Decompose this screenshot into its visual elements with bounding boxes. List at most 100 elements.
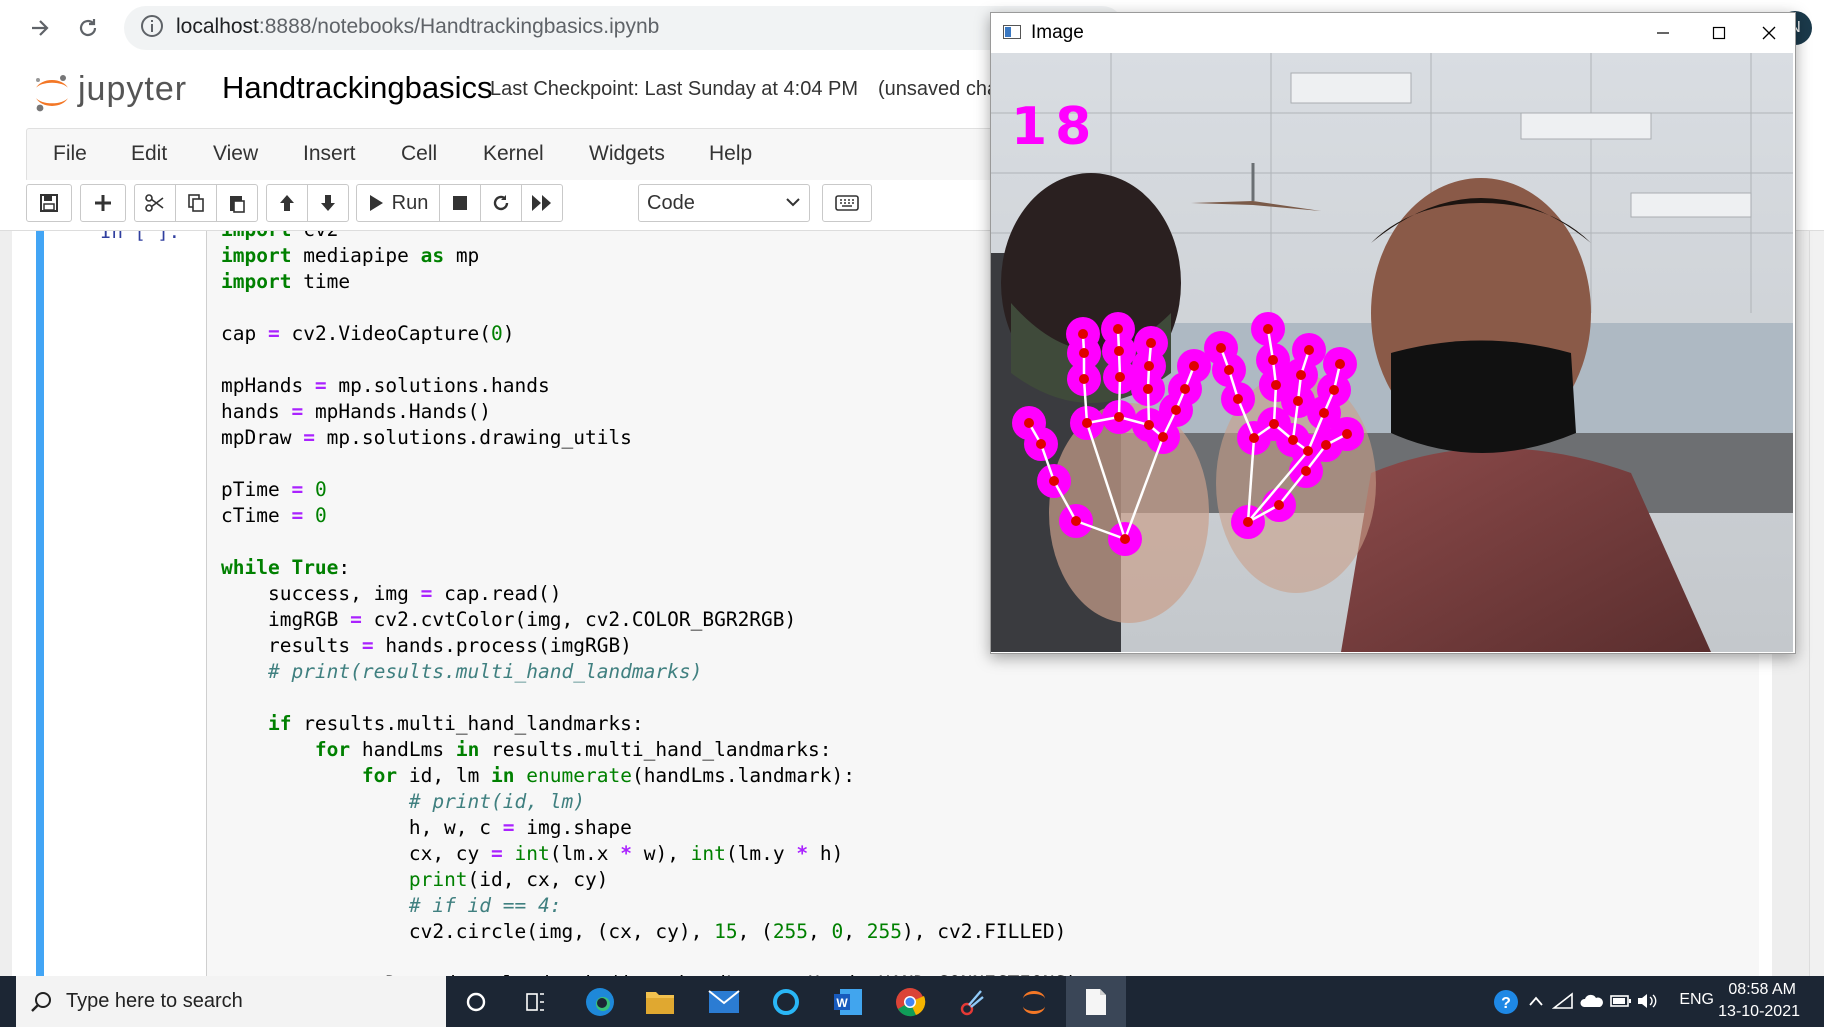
move-down-button[interactable] [307,184,349,222]
edge-browser-icon[interactable] [570,976,630,1027]
cell-type-select[interactable]: Code [638,184,810,222]
search-icon [31,992,51,1012]
cortana-icon[interactable] [446,976,506,1027]
menu-insert[interactable]: Insert [303,142,356,166]
restart-button[interactable] [480,184,522,222]
page-scrollbar[interactable] [1809,231,1824,977]
landmark-joint [1335,359,1345,369]
chrome-icon[interactable] [880,976,940,1027]
run-button[interactable]: Run [356,184,440,222]
url-text[interactable]: localhost:8888/notebooks/Handtrackingbas… [176,15,659,39]
word-icon[interactable]: W [818,976,878,1027]
landmark-joint [1071,516,1081,526]
chevron-down-icon [786,198,800,207]
minimize-icon [1657,32,1669,34]
maximize-icon [1712,26,1726,40]
jupyter-taskbar-icon[interactable] [1004,976,1064,1027]
insert-cell-button[interactable] [80,184,126,222]
interrupt-button[interactable] [439,184,481,222]
input-language[interactable]: ENG [1679,991,1714,1009]
hand-connection [1117,376,1122,418]
notebook-title[interactable]: Handtrackingbasics [222,70,493,106]
clock-date[interactable]: 13-10-2021 [1718,1003,1800,1021]
minimize-button[interactable] [1635,17,1691,49]
volume-icon[interactable] [1636,992,1658,1010]
landmark-joint [1268,355,1278,365]
notepad-taskbar-icon[interactable] [1066,976,1126,1027]
copy-button[interactable] [175,184,217,222]
webcam-image [991,53,1793,652]
code-text[interactable]: import cv2 import mediapipe as mp import… [221,231,1078,977]
paste-button[interactable] [216,184,258,222]
chevron-up-icon[interactable] [1528,994,1544,1008]
landmark-joint [1301,466,1311,476]
landmark-joint [1189,361,1199,371]
menu-file[interactable]: File [53,142,87,166]
snip-tool-icon[interactable] [942,976,1002,1027]
landmark-joint [1303,446,1313,456]
move-up-button[interactable] [266,184,308,222]
jupyter-wordmark[interactable]: jupyter [78,70,187,109]
right-person-mask [1391,340,1576,453]
landmark-joint [1144,361,1154,371]
save-icon [40,194,58,212]
wifi-icon[interactable] [1552,992,1574,1010]
file-explorer-icon[interactable] [630,976,690,1027]
forward-arrow-icon[interactable] [20,8,60,48]
cut-button[interactable] [134,184,176,222]
arrow-up-icon [280,195,294,211]
reload-icon[interactable] [68,8,108,48]
landmark-joint [1113,324,1123,334]
task-view-icon[interactable] [506,976,566,1027]
landmark-joint [1243,517,1253,527]
landmark-joint [1274,500,1284,510]
close-button[interactable] [1741,17,1797,49]
landmark-joint [1293,396,1303,406]
landmark-joint [1158,432,1168,442]
maximize-button[interactable] [1691,17,1747,49]
webcam-frame: 18 [991,53,1793,652]
system-tray: ? ENG 08:58 AM 13-10-2021 [1484,976,1824,1027]
image-window-titlebar[interactable]: Image [991,13,1795,53]
battery-icon[interactable] [1610,994,1632,1008]
paste-icon [230,196,245,213]
mail-icon[interactable] [694,976,754,1027]
command-palette-button[interactable] [822,184,872,222]
cell-type-value: Code [647,192,695,214]
landmark-joint [1114,346,1124,356]
landmark-joint [1171,405,1181,415]
taskbar-search-box[interactable]: Type here to search [16,976,446,1027]
menu-kernel[interactable]: Kernel [483,142,544,166]
landmark-joint [1288,435,1298,445]
cell-prompt: In [ ]: [100,230,181,243]
menu-widgets[interactable]: Widgets [589,142,665,166]
url-path: :8888/notebooks/Handtrackingbasics.ipynb [258,15,660,38]
windows-taskbar: Type here to search W ? ENG 08:58 AM 13-… [0,976,1824,1027]
save-button[interactable] [26,184,72,222]
menu-edit[interactable]: Edit [131,142,167,166]
restart-run-all-button[interactable] [521,184,563,222]
landmark-joint [1079,348,1089,358]
landmark-joint [1271,380,1281,390]
fps-counter: 18 [1011,97,1100,157]
menu-view[interactable]: View [213,142,258,166]
stop-icon [453,196,467,210]
image-window[interactable]: Image 18 [990,12,1796,654]
landmark-joint [1224,365,1234,375]
clock-time[interactable]: 08:58 AM [1728,981,1796,999]
keyboard-icon [835,195,859,211]
jupyter-logo-icon[interactable] [32,70,72,114]
landmark-joint [1114,412,1124,422]
landmark-joint [1249,433,1259,443]
help-icon[interactable]: ? [1492,988,1520,1016]
svg-text:W: W [836,996,848,1010]
info-icon[interactable] [140,14,164,38]
image-window-title: Image [1031,22,1084,43]
scissors-icon [145,194,164,212]
cortana-ring-icon[interactable] [756,976,816,1027]
landmark-joint [1319,408,1329,418]
onedrive-icon[interactable] [1580,993,1604,1009]
menu-cell[interactable]: Cell [401,142,437,166]
landmark-joint [1078,329,1088,339]
menu-help[interactable]: Help [709,142,752,166]
